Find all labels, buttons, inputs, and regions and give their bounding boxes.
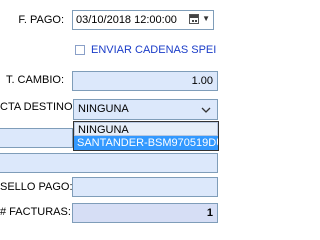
fecha-pago-label: F. PAGO:	[18, 14, 64, 26]
cuenta-destino-selected: NINGUNA	[78, 103, 129, 115]
enviar-cadenas-label[interactable]: ENVIAR CADENAS SPEI	[91, 44, 216, 56]
fecha-pago-picker[interactable]: 03/10/2018 12:00:00 ▼	[72, 10, 214, 30]
sello-pago-label: SELLO PAGO:	[0, 181, 73, 193]
enviar-cadenas-checkbox[interactable]	[75, 45, 85, 55]
hidden-field-1[interactable]	[0, 128, 73, 148]
cuenta-destino-select[interactable]: NINGUNA	[73, 99, 218, 120]
cuenta-destino-label: CTA DESTINO:	[0, 101, 76, 113]
dropdown-option[interactable]: SANTANDER-BSM970519DU8	[74, 136, 218, 150]
calendar-icon[interactable]	[189, 14, 199, 24]
num-facturas-input[interactable]: 1	[72, 203, 218, 223]
fecha-pago-value: 03/10/2018 12:00:00	[76, 14, 177, 26]
cuenta-destino-dropdown: NINGUNA SANTANDER-BSM970519DU8	[73, 121, 219, 151]
chevron-down-icon[interactable]: ▼	[202, 14, 210, 23]
num-facturas-label: # FACTURAS:	[0, 206, 71, 218]
chevron-down-icon[interactable]	[201, 107, 211, 113]
hidden-field-2[interactable]	[0, 153, 218, 173]
dropdown-option[interactable]: NINGUNA	[74, 122, 218, 136]
tipo-cambio-input[interactable]: 1.00	[72, 71, 218, 91]
tipo-cambio-label: T. CAMBIO:	[5, 74, 64, 86]
sello-pago-input[interactable]	[72, 177, 218, 197]
